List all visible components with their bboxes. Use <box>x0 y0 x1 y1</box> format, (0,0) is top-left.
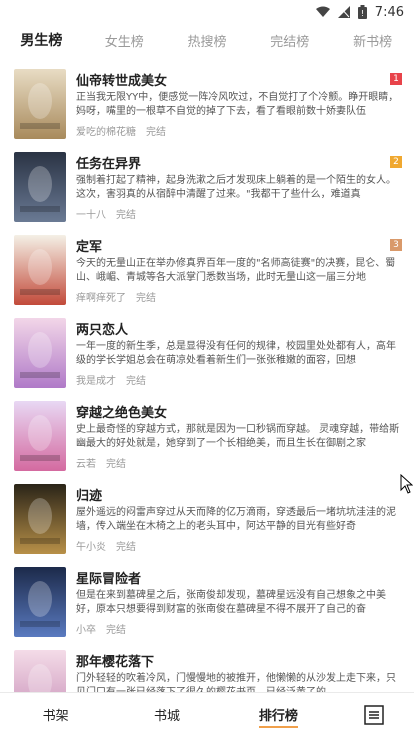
book-description: 正当我无限YY中，便感觉一阵冷风吹过，不自觉打了个冷颤。睁开眼睛，妈呀，嘴里的一… <box>76 92 399 117</box>
status-bar: ! 7:46 <box>0 0 414 24</box>
svg-text:!: ! <box>361 9 364 18</box>
menu-button[interactable] <box>334 704 414 725</box>
book-title[interactable]: 定军 <box>76 236 102 255</box>
nav-bookshelf[interactable]: 书架 <box>0 705 111 724</box>
book-item[interactable]: 两只恋人 一年一度的新生季，总是显得没有任何的规律，校园里处处都有人，高年级的学… <box>0 315 414 398</box>
book-cover[interactable] <box>14 567 66 637</box>
book-description: 屋外遥远的闷雷声穿过从天而降的亿万滴雨，穿透最后一堵坑坑洼洼的泥墙，传入端坐在木… <box>76 507 396 532</box>
wifi-icon <box>315 6 330 18</box>
book-author: 小卒 <box>76 625 96 636</box>
book-list[interactable]: 仙帝转世成美女 1 正当我无限YY中，便感觉一阵冷风吹过，不自觉打了个冷颤。睁开… <box>0 66 414 692</box>
book-description: 史上最奇怪的穿越方式，那就是因为一口秒锅而穿越。 灵魂穿越，带给斯幽最大的好处就… <box>76 424 400 449</box>
book-author: 痒啊痒死了 <box>76 293 126 304</box>
tab-new-books[interactable]: 新书榜 <box>331 31 414 50</box>
battery-icon: ! <box>357 5 367 19</box>
book-author: 一十八 <box>76 210 106 221</box>
mouse-cursor-icon <box>400 473 414 498</box>
book-item[interactable]: 穿越之绝色美女 史上最奇怪的穿越方式，那就是因为一口秒锅而穿越。 灵魂穿越，带给… <box>0 398 414 481</box>
book-title[interactable]: 两只恋人 <box>76 319 128 338</box>
book-status: 完结 <box>116 542 136 553</box>
book-cover[interactable] <box>14 401 66 471</box>
book-cover[interactable] <box>14 318 66 388</box>
book-description: 今天的无量山正在举办修真界百年一度的"名师高徒赛"的决赛，昆仑、蜀山、峨嵋、青城… <box>76 258 396 283</box>
book-cover[interactable] <box>14 484 66 554</box>
book-cover[interactable] <box>14 235 66 305</box>
status-time: 7:46 <box>374 4 404 20</box>
tab-female[interactable]: 女生榜 <box>83 31 166 50</box>
book-cover[interactable] <box>14 152 66 222</box>
rank-badge: 3 <box>390 239 402 251</box>
book-status: 完结 <box>146 127 166 138</box>
book-author: 云若 <box>76 459 96 470</box>
book-item[interactable]: 星际冒险者 但是在来到墓碑星之后，张南俊却发现，墓碑星远没有自己想象之中美好，原… <box>0 564 414 647</box>
book-title[interactable]: 星际冒险者 <box>76 568 141 587</box>
book-description: 但是在来到墓碑星之后，张南俊却发现，墓碑星远没有自己想象之中美好，原本只想要得到… <box>76 590 386 615</box>
book-status: 完结 <box>126 376 146 387</box>
book-status: 完结 <box>116 210 136 221</box>
book-status: 完结 <box>136 293 156 304</box>
tab-hot-search[interactable]: 热搜榜 <box>166 31 249 50</box>
tab-male[interactable]: 男生榜 <box>0 30 83 50</box>
book-cover[interactable] <box>14 650 66 692</box>
book-description: 强制着打起了精神，起身洗漱之后才发现床上躺着的是一个陌生的女人。这次，害羽真的从… <box>76 175 396 200</box>
book-item[interactable]: 仙帝转世成美女 1 正当我无限YY中，便感觉一阵冷风吹过，不自觉打了个冷颤。睁开… <box>0 66 414 149</box>
book-author: 爱吃的棉花糖 <box>76 127 136 138</box>
book-item[interactable]: 定军 3 今天的无量山正在举办修真界百年一度的"名师高徒赛"的决赛，昆仑、蜀山、… <box>0 232 414 315</box>
book-author: 我是成才 <box>76 376 116 387</box>
book-item[interactable]: 那年樱花落下 门外轻轻的吹着冷风，门慢慢地的被推开，他懒懒的从沙发上走下来，只见… <box>0 647 414 692</box>
rank-badge: 1 <box>390 73 402 85</box>
ranking-tabs: 男生榜 女生榜 热搜榜 完结榜 新书榜 <box>0 24 414 56</box>
book-item[interactable]: 任务在异界 2 强制着打起了精神，起身洗漱之后才发现床上躺着的是一个陌生的女人。… <box>0 149 414 232</box>
book-title[interactable]: 任务在异界 <box>76 153 141 172</box>
book-title[interactable]: 那年樱花落下 <box>76 651 154 670</box>
book-description: 一年一度的新生季，总是显得没有任何的规律，校园里处处都有人，高年级的学长学姐总会… <box>76 341 396 366</box>
tab-finished[interactable]: 完结榜 <box>248 31 331 50</box>
book-title[interactable]: 仙帝转世成美女 <box>76 70 167 89</box>
rank-badge: 2 <box>390 156 402 168</box>
signal-icon <box>337 6 350 18</box>
book-status: 完结 <box>106 625 126 636</box>
book-author: 午小炎 <box>76 542 106 553</box>
book-status: 完结 <box>106 459 126 470</box>
nav-ranking[interactable]: 排行榜 <box>223 705 334 728</box>
menu-icon <box>364 704 384 725</box>
bottom-nav: 书架 书城 排行榜 <box>0 692 414 736</box>
book-title[interactable]: 穿越之绝色美女 <box>76 402 167 421</box>
book-cover[interactable] <box>14 69 66 139</box>
nav-bookstore[interactable]: 书城 <box>111 705 222 724</box>
book-title[interactable]: 归迹 <box>76 485 102 504</box>
book-description: 门外轻轻的吹着冷风，门慢慢地的被推开，他懒懒的从沙发上走下来，只见门口有一张已经… <box>76 673 396 692</box>
book-item[interactable]: 归迹 屋外遥远的闷雷声穿过从天而降的亿万滴雨，穿透最后一堵坑坑洼洼的泥墙，传入端… <box>0 481 414 564</box>
